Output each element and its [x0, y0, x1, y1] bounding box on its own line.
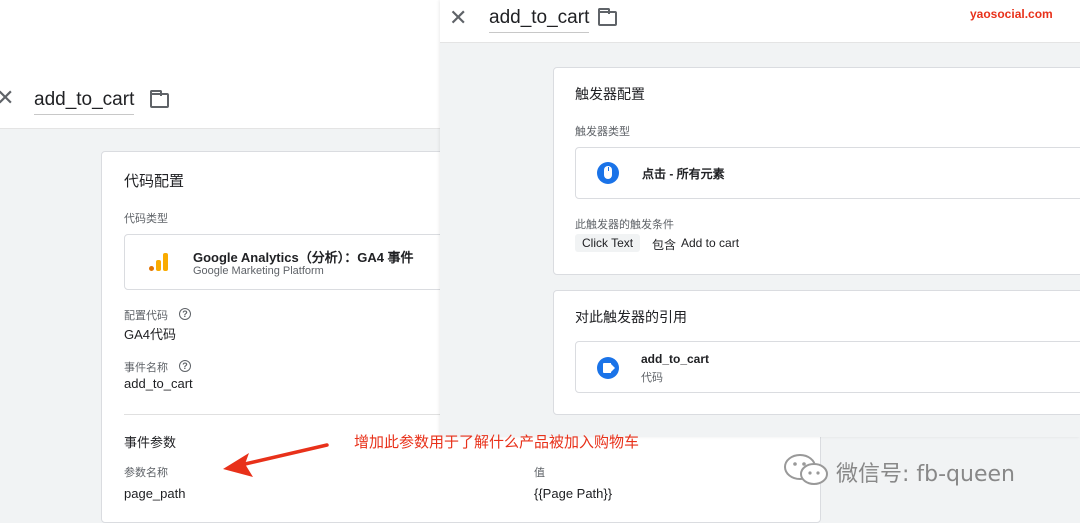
- red-arrow-icon: [223, 443, 329, 477]
- tag-title[interactable]: add_to_cart: [34, 89, 135, 115]
- trigger-config-title: 触发器配置: [575, 86, 645, 102]
- tag-type-vendor: Google Marketing Platform: [193, 265, 324, 277]
- config-tag-label: 配置代码: [124, 310, 168, 322]
- tag-config-title: 代码配置: [124, 173, 185, 190]
- param-value-header: 值: [534, 467, 545, 479]
- param-name-value: page_path: [124, 486, 186, 501]
- param-value-value: {{Page Path}}: [534, 486, 613, 501]
- references-title: 对此触发器的引用: [575, 309, 687, 325]
- event-name-label: 事件名称: [124, 362, 168, 374]
- trigger-type-label: 触发器类型: [575, 126, 630, 138]
- trigger-type-selector[interactable]: 点击 - 所有元素: [575, 147, 1080, 199]
- trigger-editor-panel: ✕ add_to_cart 触发器配置 触发器类型 点击 - 所有元素 此触发器…: [440, 0, 1080, 437]
- reference-name: add_to_cart: [641, 352, 710, 366]
- tag-icon: [597, 357, 619, 379]
- annotation-text: 增加此参数用于了解什么产品被加入购物车: [354, 433, 640, 451]
- trigger-config-card: 触发器配置 触发器类型 点击 - 所有元素 此触发器的触发条件 Click Te…: [553, 67, 1080, 275]
- condition-variable-chip: Click Text: [575, 234, 641, 252]
- param-name-header: 参数名称: [124, 467, 168, 479]
- tag-type-name: Google Analytics（分析）：GA4 事件: [193, 250, 414, 265]
- wechat-icon: [784, 454, 828, 485]
- condition-value: Add to cart: [681, 236, 740, 250]
- conditions-label: 此触发器的触发条件: [575, 219, 674, 231]
- help-icon[interactable]: ?: [179, 360, 191, 372]
- watermark-text: yaosocial.com: [970, 7, 1053, 21]
- trigger-type-name: 点击 - 所有元素: [642, 167, 725, 181]
- reference-type: 代码: [641, 372, 663, 384]
- trigger-title[interactable]: add_to_cart: [489, 7, 590, 33]
- event-name-value: add_to_cart: [124, 376, 193, 391]
- condition-operator: 包含: [652, 238, 677, 252]
- tag-type-label: 代码类型: [124, 213, 168, 225]
- mouse-click-icon: [597, 162, 619, 184]
- help-icon[interactable]: ?: [179, 308, 191, 320]
- event-params-title: 事件参数: [124, 435, 177, 450]
- close-icon[interactable]: ✕: [0, 88, 14, 110]
- analytics-icon: [149, 252, 169, 274]
- trigger-references-card: 对此触发器的引用 add_to_cart 代码: [553, 290, 1080, 415]
- wechat-id-text: 微信号: fb-queen: [836, 462, 1015, 487]
- config-tag-value: GA4代码: [124, 327, 177, 342]
- folder-icon[interactable]: [150, 90, 169, 108]
- close-icon[interactable]: ✕: [449, 8, 467, 30]
- folder-icon[interactable]: [598, 8, 617, 26]
- reference-item[interactable]: add_to_cart 代码: [575, 341, 1080, 393]
